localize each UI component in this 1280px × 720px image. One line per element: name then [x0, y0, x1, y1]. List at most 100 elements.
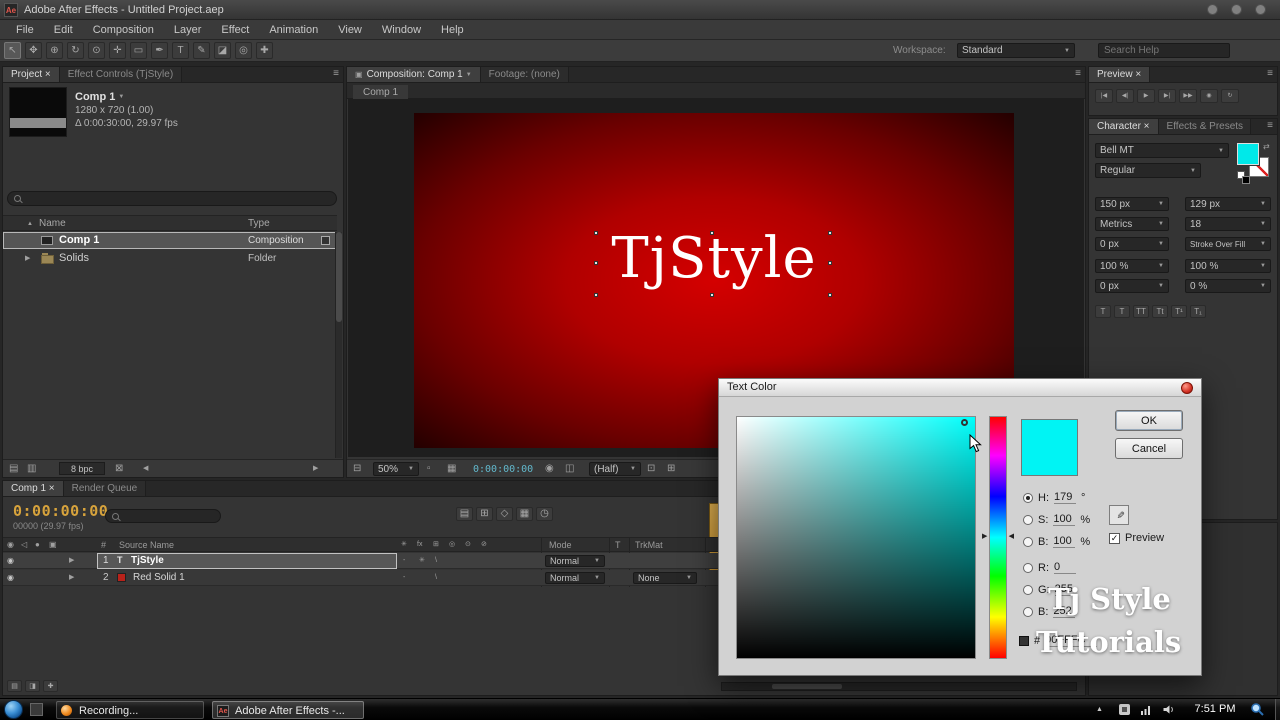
- draft-3d-icon[interactable]: ⊞: [476, 507, 493, 521]
- snapshot-icon[interactable]: ◉: [545, 464, 554, 474]
- layer-switch-icon[interactable]: -: [403, 557, 405, 564]
- shape-tool-icon[interactable]: ▭: [130, 42, 147, 59]
- selection-handle[interactable]: [594, 293, 598, 297]
- subscript-button[interactable]: T₁: [1190, 305, 1206, 318]
- menu-help[interactable]: Help: [431, 24, 474, 36]
- baseline-shift-select[interactable]: 0 px ▼: [1095, 279, 1169, 293]
- safe-areas-icon[interactable]: ▫: [427, 464, 431, 474]
- hue-slider[interactable]: ▶ ◀: [982, 416, 1014, 659]
- comp-mini-flowchart-icon[interactable]: ▤: [456, 507, 473, 521]
- selection-handle[interactable]: [828, 293, 832, 297]
- stroke-width-select[interactable]: 0 px ▼: [1095, 237, 1169, 251]
- expand-layers-button[interactable]: ▤: [7, 680, 22, 692]
- workspace-select[interactable]: Standard ▼: [957, 43, 1075, 58]
- column-mode[interactable]: Mode: [549, 540, 572, 550]
- blue-radio[interactable]: [1023, 606, 1033, 617]
- zoom-tool-icon[interactable]: ⊕: [46, 42, 63, 59]
- dialog-titlebar[interactable]: Text Color: [719, 379, 1201, 397]
- ok-button[interactable]: OK: [1115, 410, 1183, 431]
- current-time-display[interactable]: 0:00:00:00: [13, 502, 108, 520]
- saturation-radio[interactable]: [1023, 514, 1033, 525]
- tray-app-icon[interactable]: [1118, 703, 1131, 716]
- panel-menu-icon[interactable]: ≡: [1267, 69, 1273, 79]
- help-search-input[interactable]: [1098, 43, 1230, 58]
- hue-marker-right-icon[interactable]: ◀: [1009, 533, 1014, 540]
- selection-handle[interactable]: [594, 261, 598, 265]
- expand-inout-button[interactable]: ✚: [43, 680, 58, 692]
- eye-icon[interactable]: ◉: [7, 574, 14, 582]
- table-row[interactable]: ▶ Solids Folder: [3, 250, 337, 267]
- magnification-select[interactable]: 50% ▼: [373, 462, 419, 476]
- show-hidden-icons-icon[interactable]: ▲: [1096, 706, 1103, 713]
- close-button[interactable]: [1255, 4, 1266, 15]
- comp-text[interactable]: TjStyle: [414, 231, 1014, 287]
- pen-tool-icon[interactable]: ✒: [151, 42, 168, 59]
- layer-switch-icon[interactable]: ✳: [419, 557, 425, 564]
- green-radio[interactable]: [1023, 584, 1033, 595]
- small-caps-button[interactable]: Tt: [1152, 305, 1168, 318]
- vertical-scale-select[interactable]: 100 % ▼: [1095, 259, 1169, 273]
- fill-swatch[interactable]: [1236, 142, 1260, 166]
- interpret-footage-icon[interactable]: ▤: [9, 464, 18, 474]
- hue-marker-left-icon[interactable]: ▶: [982, 533, 987, 540]
- transparency-grid-icon[interactable]: ⊞: [667, 464, 675, 474]
- panel-menu-icon[interactable]: ≡: [333, 69, 339, 79]
- layer-color-chip[interactable]: [117, 573, 126, 582]
- red-radio[interactable]: [1023, 562, 1033, 573]
- tab-preview[interactable]: Preview ×: [1089, 67, 1151, 82]
- taskbar-clock[interactable]: 7:51 PM: [1186, 703, 1244, 715]
- volume-icon[interactable]: [1162, 703, 1175, 716]
- last-frame-button[interactable]: ▶▶: [1179, 89, 1197, 103]
- saturation-value[interactable]: 100: [1053, 513, 1076, 526]
- selection-handle[interactable]: [594, 231, 598, 235]
- project-search-field[interactable]: [7, 191, 337, 206]
- puppet-tool-icon[interactable]: ✚: [256, 42, 273, 59]
- viewer-timecode[interactable]: 0:00:00:00: [473, 464, 533, 475]
- table-row[interactable]: Comp 1 Composition: [3, 232, 337, 249]
- motion-blur-icon[interactable]: ◷: [536, 507, 553, 521]
- brightness-value[interactable]: 100: [1053, 535, 1076, 548]
- scrollbar-thumb[interactable]: [336, 232, 342, 322]
- kerning-select[interactable]: Metrics ▼: [1095, 217, 1169, 231]
- column-layer-number[interactable]: #: [101, 540, 106, 550]
- selection-handle[interactable]: [828, 231, 832, 235]
- color-field-marker[interactable]: [961, 419, 968, 426]
- clone-stamp-tool-icon[interactable]: ◪: [214, 42, 231, 59]
- quick-launch-icon[interactable]: [30, 703, 43, 716]
- superscript-button[interactable]: T¹: [1171, 305, 1187, 318]
- rotation-tool-icon[interactable]: ↻: [67, 42, 84, 59]
- tab-render-queue[interactable]: Render Queue: [63, 481, 147, 496]
- hue-radio[interactable]: [1023, 492, 1033, 503]
- default-colors-chip-black[interactable]: [1242, 176, 1250, 184]
- font-style-select[interactable]: Regular ▼: [1095, 163, 1201, 178]
- tab-footage[interactable]: Footage: (none): [480, 67, 569, 82]
- scrollbar-thumb[interactable]: [772, 684, 842, 689]
- blend-mode-select[interactable]: Normal ▼: [545, 555, 605, 567]
- trash-icon[interactable]: ⊠: [115, 464, 123, 474]
- layer-switch-icon[interactable]: -: [403, 574, 405, 581]
- region-of-interest-icon[interactable]: ⊡: [647, 464, 655, 474]
- eraser-tool-icon[interactable]: ◎: [235, 42, 252, 59]
- type-tool-icon[interactable]: T: [172, 42, 189, 59]
- selection-handle[interactable]: [710, 231, 714, 235]
- preview-checkbox[interactable]: ✓: [1109, 532, 1120, 544]
- stroke-mode-select[interactable]: Stroke Over Fill ▼: [1185, 237, 1271, 251]
- expand-modes-button[interactable]: ◨: [25, 680, 40, 692]
- layer-name-cell[interactable]: 1 T TjStyle: [97, 553, 397, 569]
- frame-blend-icon[interactable]: ▦: [516, 507, 533, 521]
- column-t[interactable]: T: [615, 540, 621, 550]
- menu-animation[interactable]: Animation: [259, 24, 328, 36]
- brush-tool-icon[interactable]: ✎: [193, 42, 210, 59]
- eye-icon[interactable]: ◉: [7, 557, 14, 565]
- timeline-search-field[interactable]: [105, 509, 221, 523]
- panel-menu-icon[interactable]: ≡: [1267, 121, 1273, 131]
- selection-handle[interactable]: [710, 293, 714, 297]
- hue-value[interactable]: 179: [1054, 491, 1076, 504]
- tab-effect-controls[interactable]: Effect Controls (TjStyle): [59, 67, 183, 82]
- trkmat-select[interactable]: None ▼: [633, 572, 697, 584]
- new-folder-icon[interactable]: ▥: [27, 464, 36, 474]
- selection-handle[interactable]: [828, 261, 832, 265]
- timeline-hscrollbar[interactable]: [721, 682, 1077, 691]
- cancel-button[interactable]: Cancel: [1115, 438, 1183, 459]
- audio-button[interactable]: ◉: [1200, 89, 1218, 103]
